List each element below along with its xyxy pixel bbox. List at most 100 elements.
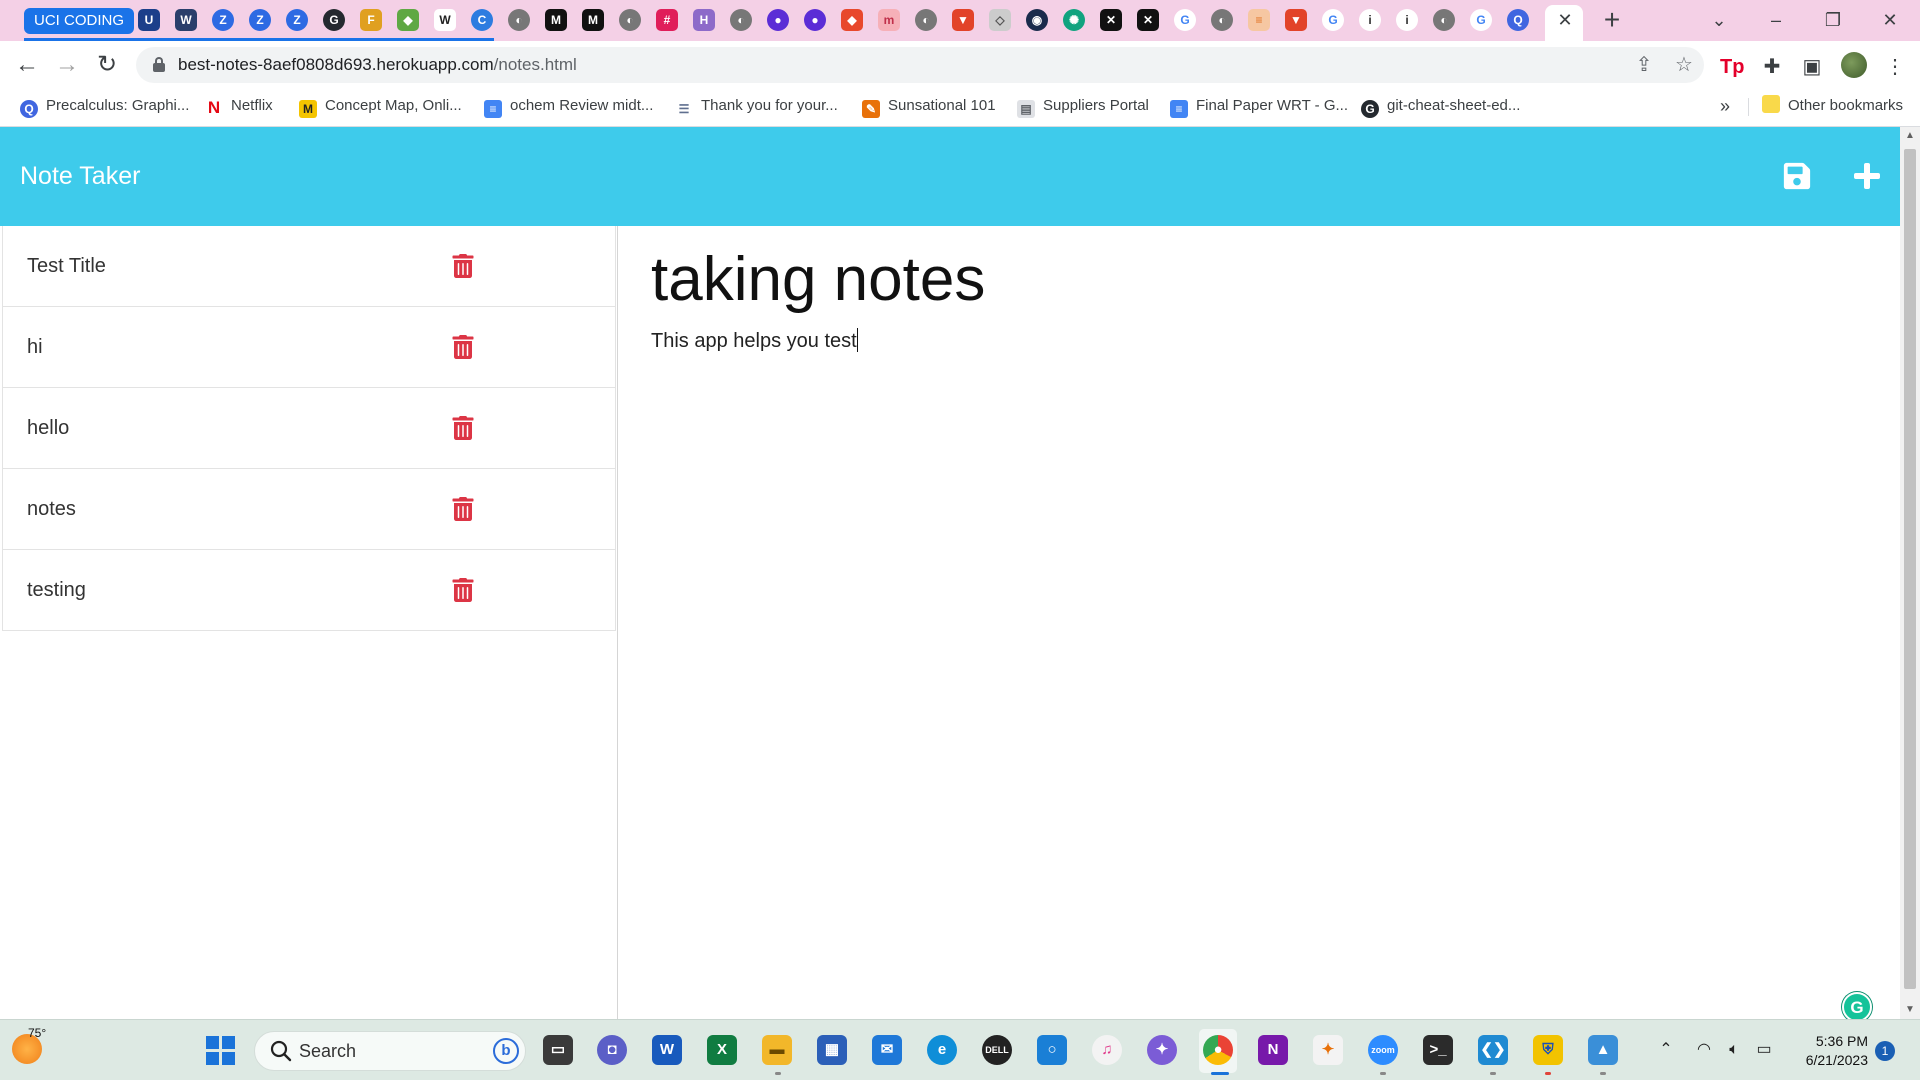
tab-handwriting-icon[interactable]: m xyxy=(878,9,900,31)
note-title[interactable]: Test Title xyxy=(27,226,106,306)
note-list-item[interactable]: hello xyxy=(2,388,616,469)
bookmark-item[interactable]: N Netflix xyxy=(205,89,273,123)
wifi-icon[interactable]: ◠ xyxy=(1693,1039,1715,1061)
git-kraken-icon[interactable]: ✦ xyxy=(1313,1035,1343,1065)
tab-gitlab-icon[interactable]: ▼ xyxy=(1285,9,1307,31)
delete-note-trash-icon[interactable] xyxy=(451,254,475,278)
close-window-button[interactable]: ✕ xyxy=(1867,0,1913,40)
tab-github-icon[interactable]: G xyxy=(323,9,345,31)
tab-x-icon[interactable]: ✕ xyxy=(1137,9,1159,31)
tab-h-icon[interactable]: H xyxy=(693,9,715,31)
bing-icon[interactable]: b xyxy=(493,1038,519,1064)
notification-badge[interactable]: 1 xyxy=(1875,1041,1895,1061)
forward-arrow-icon[interactable]: → xyxy=(51,49,83,81)
tab-globe-icon[interactable]: ◐ xyxy=(915,9,937,31)
bookmark-item[interactable]: ☰ Thank you for your... xyxy=(675,89,838,123)
bookmark-item[interactable]: M Concept Map, Onli... xyxy=(299,89,462,123)
page-scrollbar[interactable]: ▲ ▼ xyxy=(1900,127,1920,1019)
more-bookmarks-chevron-icon[interactable]: » xyxy=(1720,89,1730,123)
tab-cube-icon[interactable]: ◆ xyxy=(397,9,419,31)
extension-tp-icon[interactable]: Tp xyxy=(1720,55,1744,79)
windows-start-icon[interactable] xyxy=(206,1036,236,1066)
file-explorer-icon[interactable]: ▬ xyxy=(762,1035,792,1065)
tab-circle-icon[interactable]: ● xyxy=(804,9,826,31)
word-icon[interactable]: W xyxy=(652,1035,682,1065)
tab-zoom-icon[interactable]: Z xyxy=(212,9,234,31)
tab-search-chevron-icon[interactable]: ⌄ xyxy=(1696,0,1742,40)
note-title[interactable]: notes xyxy=(27,469,76,549)
tab-fs-icon[interactable]: F xyxy=(360,9,382,31)
bookmark-item[interactable]: Q Precalculus: Graphi... xyxy=(20,89,189,123)
volume-icon[interactable]: 🔈︎ xyxy=(1723,1039,1745,1061)
tray-chevron-up-icon[interactable]: ⌃ xyxy=(1655,1039,1677,1061)
grammarly-icon[interactable]: G xyxy=(1842,992,1872,1022)
reload-icon[interactable]: ↻ xyxy=(91,49,123,81)
photos-icon[interactable]: ▲ xyxy=(1588,1035,1618,1065)
note-title[interactable]: hello xyxy=(27,388,69,468)
bookmark-item[interactable]: ✎ Sunsational 101 xyxy=(862,89,996,123)
tab-info-icon[interactable]: i xyxy=(1359,9,1381,31)
delete-note-trash-icon[interactable] xyxy=(451,416,475,440)
delete-note-trash-icon[interactable] xyxy=(451,578,475,602)
vscode-icon[interactable]: ❮❯ xyxy=(1478,1035,1508,1065)
note-list-item[interactable]: hi xyxy=(2,307,616,388)
tab-search-icon[interactable]: Q xyxy=(1507,9,1529,31)
bookmark-item[interactable]: ▤ Suppliers Portal xyxy=(1017,89,1149,123)
other-bookmarks-folder[interactable]: Other bookmarks xyxy=(1762,89,1903,123)
scroll-down-arrow-icon[interactable]: ▼ xyxy=(1900,1001,1920,1019)
note-list-item[interactable]: testing xyxy=(2,550,616,631)
itunes-icon[interactable]: ♫ xyxy=(1092,1035,1122,1065)
tab-stack-icon[interactable]: ≡ xyxy=(1248,9,1270,31)
chrome-icon[interactable]: ● xyxy=(1203,1035,1233,1065)
tab-eye-icon[interactable]: ◉ xyxy=(1026,9,1048,31)
tab-chatgpt-icon[interactable]: ✺ xyxy=(1063,9,1085,31)
bookmark-item[interactable]: Ggit-cheat-sheet-ed... xyxy=(1361,89,1520,123)
tab-google-icon[interactable]: G xyxy=(1470,9,1492,31)
dell-icon[interactable]: DELL xyxy=(982,1035,1012,1065)
edge-icon[interactable]: e xyxy=(927,1035,957,1065)
bookmark-star-icon[interactable]: ☆ xyxy=(1672,53,1696,77)
system-clock[interactable]: 5:36 PM 6/21/2023 xyxy=(1778,1032,1868,1070)
tab-zoom-icon[interactable]: Z xyxy=(286,9,308,31)
tab-slack-icon[interactable]: # xyxy=(656,9,678,31)
new-tab-button[interactable]: + xyxy=(1597,5,1627,35)
tab-zoom-icon[interactable]: Z xyxy=(249,9,271,31)
profile-avatar[interactable] xyxy=(1841,52,1867,78)
battery-icon[interactable]: ▭ xyxy=(1753,1039,1775,1061)
teams-chat-icon[interactable]: ◘ xyxy=(597,1035,627,1065)
share-icon[interactable]: ⇪ xyxy=(1632,53,1656,77)
tab-git-icon[interactable]: ◆ xyxy=(841,9,863,31)
copilot-icon[interactable]: ✦ xyxy=(1147,1035,1177,1065)
save-note-icon[interactable] xyxy=(1782,161,1812,191)
delete-note-trash-icon[interactable] xyxy=(451,497,475,521)
tab-wikipedia-icon[interactable]: W xyxy=(434,9,456,31)
tab-medium-icon[interactable]: M xyxy=(545,9,567,31)
tab-google-icon[interactable]: G xyxy=(1322,9,1344,31)
task-view-icon[interactable]: ▭ xyxy=(543,1035,573,1065)
tab-globe-icon[interactable]: ◐ xyxy=(508,9,530,31)
tab-globe-icon[interactable]: ◐ xyxy=(730,9,752,31)
bookmark-item[interactable]: ≡ Final Paper WRT - G... xyxy=(1170,89,1348,123)
tab-c-icon[interactable]: C xyxy=(471,9,493,31)
minimize-button[interactable]: – xyxy=(1753,0,1799,40)
extensions-puzzle-icon[interactable]: ✚ xyxy=(1760,55,1784,79)
tab-gitlab-icon[interactable]: ▼ xyxy=(952,9,974,31)
onenote-icon[interactable]: N xyxy=(1258,1035,1288,1065)
address-bar[interactable]: best-notes-8aef0808d693.herokuapp.com/no… xyxy=(136,47,1704,83)
tab-globe-icon[interactable]: ◐ xyxy=(1433,9,1455,31)
new-note-plus-icon[interactable] xyxy=(1852,161,1882,191)
tab-uci-icon[interactable]: U xyxy=(138,9,160,31)
lock-icon[interactable] xyxy=(153,57,165,73)
restore-button[interactable]: ❐ xyxy=(1810,0,1856,40)
bookmark-item[interactable]: ≡ ochem Review midt... xyxy=(484,89,653,123)
taskbar-search-box[interactable]: Search b xyxy=(254,1031,526,1071)
back-arrow-icon[interactable]: ← xyxy=(11,49,43,81)
tab-globe-icon[interactable]: ◐ xyxy=(1211,9,1233,31)
microsoft-store-icon[interactable]: ▦ xyxy=(817,1035,847,1065)
menu-kebab-icon[interactable]: ⋮ xyxy=(1883,55,1907,79)
tab-medium-icon[interactable]: M xyxy=(582,9,604,31)
tab-cube-icon[interactable]: ◇ xyxy=(989,9,1011,31)
app-brand[interactable]: Note Taker xyxy=(20,127,140,226)
url-text[interactable]: best-notes-8aef0808d693.herokuapp.com/no… xyxy=(178,47,577,83)
tab-circle-icon[interactable]: ● xyxy=(767,9,789,31)
